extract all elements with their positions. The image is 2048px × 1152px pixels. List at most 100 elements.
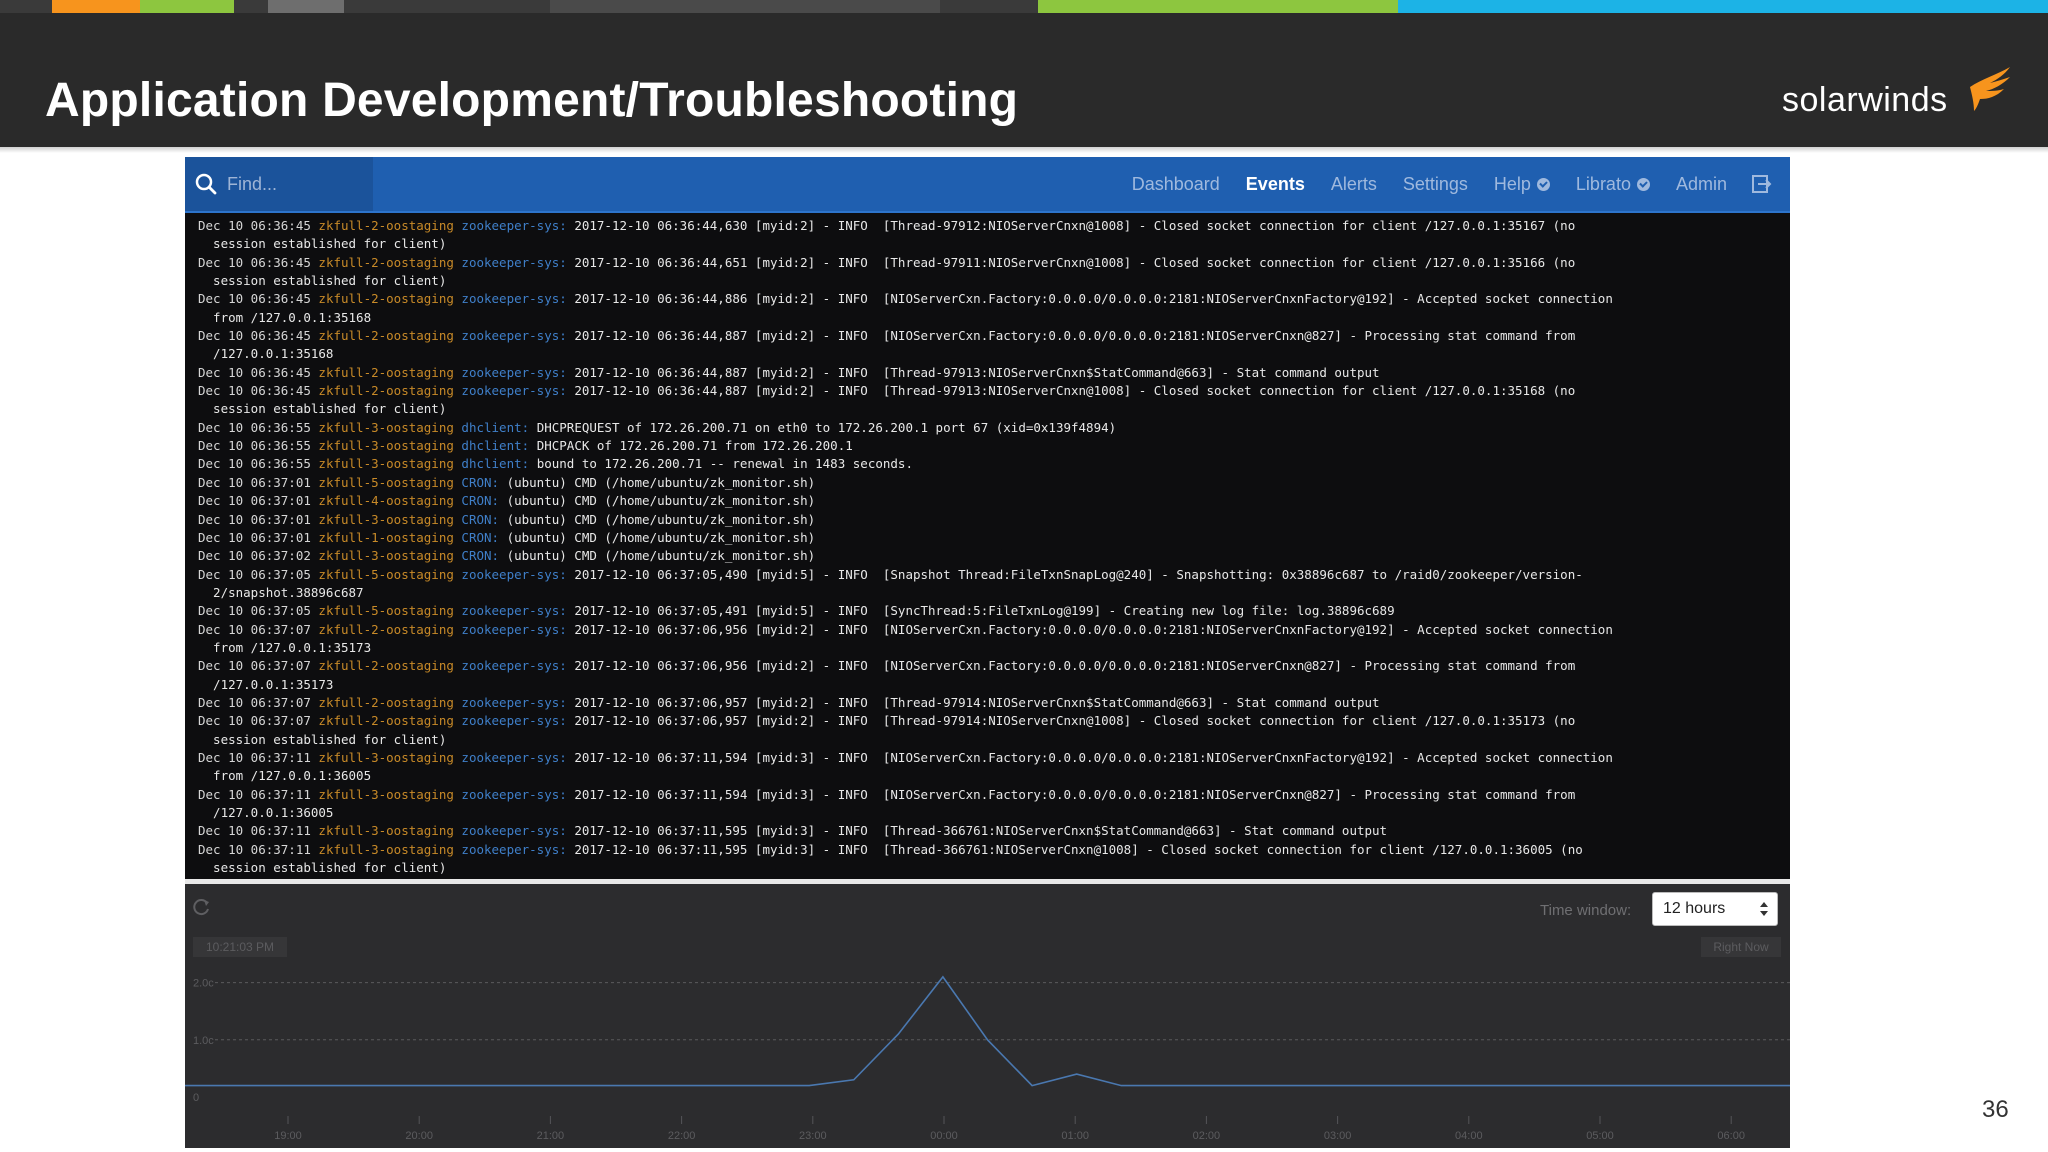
log-line[interactable]: Dec 10 06:37:01 zkfull-3-oostaging CRON:… — [185, 511, 1790, 529]
log-program[interactable]: zookeeper-sys: — [461, 713, 574, 728]
log-host[interactable]: zkfull-2-oostaging — [318, 328, 461, 343]
log-host[interactable]: zkfull-2-oostaging — [318, 658, 461, 673]
log-host[interactable]: zkfull-3-oostaging — [318, 548, 461, 563]
log-program[interactable]: zookeeper-sys: — [461, 787, 574, 802]
log-program[interactable]: zookeeper-sys: — [461, 658, 574, 673]
log-line[interactable]: from /127.0.0.1:35168 — [185, 309, 1790, 327]
log-line[interactable]: Dec 10 06:37:07 zkfull-2-oostaging zooke… — [185, 712, 1790, 730]
log-program[interactable]: zookeeper-sys: — [461, 218, 574, 233]
log-host[interactable]: zkfull-5-oostaging — [318, 475, 461, 490]
chart-start-tag[interactable]: 10:21:03 PM — [193, 937, 287, 957]
log-program[interactable]: dhclient: — [461, 420, 536, 435]
log-program[interactable]: zookeeper-sys: — [461, 328, 574, 343]
log-host[interactable]: zkfull-2-oostaging — [318, 365, 461, 380]
log-host[interactable]: zkfull-3-oostaging — [318, 787, 461, 802]
log-line[interactable]: /127.0.0.1:35168 — [185, 345, 1790, 363]
log-host[interactable]: zkfull-2-oostaging — [318, 291, 461, 306]
log-line[interactable]: Dec 10 06:37:11 zkfull-3-oostaging zooke… — [185, 822, 1790, 840]
log-line[interactable]: Dec 10 06:36:45 zkfull-2-oostaging zooke… — [185, 290, 1790, 308]
log-line[interactable]: Dec 10 06:37:05 zkfull-5-oostaging zooke… — [185, 602, 1790, 620]
log-line[interactable]: Dec 10 06:36:45 zkfull-2-oostaging zooke… — [185, 382, 1790, 400]
log-host[interactable]: zkfull-5-oostaging — [318, 603, 461, 618]
log-program[interactable]: zookeeper-sys: — [461, 823, 574, 838]
log-line[interactable]: Dec 10 06:37:02 zkfull-3-oostaging CRON:… — [185, 547, 1790, 565]
nav-help[interactable]: Help — [1481, 157, 1563, 211]
log-program[interactable]: CRON: — [461, 530, 506, 545]
log-program[interactable]: CRON: — [461, 493, 506, 508]
log-line[interactable]: Dec 10 06:37:05 zkfull-5-oostaging zooke… — [185, 566, 1790, 584]
log-line[interactable]: from /127.0.0.1:35173 — [185, 639, 1790, 657]
log-host[interactable]: zkfull-3-oostaging — [318, 420, 461, 435]
log-host[interactable]: zkfull-2-oostaging — [318, 383, 461, 398]
logout-icon[interactable] — [1750, 173, 1772, 195]
nav-librato[interactable]: Librato — [1563, 157, 1663, 211]
chart-now-tag[interactable]: Right Now — [1701, 937, 1781, 957]
log-line[interactable]: Dec 10 06:37:11 zkfull-3-oostaging zooke… — [185, 749, 1790, 767]
log-line[interactable]: Dec 10 06:37:07 zkfull-2-oostaging zooke… — [185, 621, 1790, 639]
log-program[interactable]: zookeeper-sys: — [461, 842, 574, 857]
log-host[interactable]: zkfull-3-oostaging — [318, 823, 461, 838]
log-line[interactable]: Dec 10 06:36:45 zkfull-2-oostaging zooke… — [185, 217, 1790, 235]
log-program[interactable]: dhclient: — [461, 456, 536, 471]
refresh-icon[interactable] — [193, 898, 211, 916]
search-input[interactable] — [227, 170, 367, 198]
log-host[interactable]: zkfull-3-oostaging — [318, 750, 461, 765]
log-host[interactable]: zkfull-1-oostaging — [318, 530, 461, 545]
log-line[interactable]: Dec 10 06:37:11 zkfull-3-oostaging zooke… — [185, 786, 1790, 804]
log-program[interactable]: zookeeper-sys: — [461, 622, 574, 637]
log-program[interactable]: zookeeper-sys: — [461, 603, 574, 618]
nav-dashboard[interactable]: Dashboard — [1119, 157, 1233, 211]
log-line[interactable]: /127.0.0.1:36005 — [185, 804, 1790, 822]
search-box[interactable] — [185, 157, 373, 211]
log-host[interactable]: zkfull-3-oostaging — [318, 456, 461, 471]
event-log[interactable]: Dec 10 06:36:45 zkfull-2-oostaging zooke… — [185, 213, 1790, 879]
log-line[interactable]: session established for client) — [185, 400, 1790, 418]
log-host[interactable]: zkfull-4-oostaging — [318, 493, 461, 508]
log-program[interactable]: zookeeper-sys: — [461, 567, 574, 582]
log-line[interactable]: Dec 10 06:37:11 zkfull-3-oostaging zooke… — [185, 841, 1790, 859]
log-line[interactable]: Dec 10 06:36:45 zkfull-2-oostaging zooke… — [185, 254, 1790, 272]
nav-events[interactable]: Events — [1233, 157, 1318, 211]
log-line[interactable]: session established for client) — [185, 731, 1790, 749]
log-line[interactable]: Dec 10 06:36:55 zkfull-3-oostaging dhcli… — [185, 455, 1790, 473]
log-program[interactable]: CRON: — [461, 548, 506, 563]
log-line[interactable]: Dec 10 06:36:55 zkfull-3-oostaging dhcli… — [185, 419, 1790, 437]
log-line[interactable]: session established for client) — [185, 859, 1790, 877]
nav-settings[interactable]: Settings — [1390, 157, 1481, 211]
log-host[interactable]: zkfull-2-oostaging — [318, 695, 461, 710]
log-line[interactable]: Dec 10 06:37:01 zkfull-5-oostaging CRON:… — [185, 474, 1790, 492]
log-line[interactable]: Dec 10 06:36:45 zkfull-2-oostaging zooke… — [185, 327, 1790, 345]
log-host[interactable]: zkfull-3-oostaging — [318, 512, 461, 527]
log-line[interactable]: 2/snapshot.38896c687 — [185, 584, 1790, 602]
log-program[interactable]: zookeeper-sys: — [461, 383, 574, 398]
log-program[interactable]: zookeeper-sys: — [461, 695, 574, 710]
log-program[interactable]: zookeeper-sys: — [461, 255, 574, 270]
log-line[interactable]: /127.0.0.1:35173 — [185, 676, 1790, 694]
log-line[interactable]: Dec 10 06:36:55 zkfull-3-oostaging dhcli… — [185, 437, 1790, 455]
log-line[interactable]: session established for client) — [185, 235, 1790, 253]
log-program[interactable]: dhclient: — [461, 438, 536, 453]
log-program[interactable]: CRON: — [461, 512, 506, 527]
volume-chart-svg[interactable]: 0 1.0c 2.0c 19:00 20:00 21:00 22:00 23:00 00:00 0… — [185, 884, 1790, 1148]
log-line[interactable]: Dec 10 06:37:01 zkfull-1-oostaging CRON:… — [185, 529, 1790, 547]
time-window-select[interactable]: 12 hours — [1652, 892, 1778, 926]
log-program[interactable]: zookeeper-sys: — [461, 365, 574, 380]
log-line[interactable]: Dec 10 06:37:07 zkfull-2-oostaging zooke… — [185, 694, 1790, 712]
log-host[interactable]: zkfull-2-oostaging — [318, 255, 461, 270]
log-line[interactable]: Dec 10 06:37:07 zkfull-2-oostaging zooke… — [185, 657, 1790, 675]
nav-admin[interactable]: Admin — [1663, 157, 1740, 211]
log-host[interactable]: zkfull-2-oostaging — [318, 622, 461, 637]
log-line[interactable]: Dec 10 06:36:45 zkfull-2-oostaging zooke… — [185, 364, 1790, 382]
log-host[interactable]: zkfull-2-oostaging — [318, 713, 461, 728]
log-line[interactable]: session established for client) — [185, 272, 1790, 290]
log-program[interactable]: CRON: — [461, 475, 506, 490]
log-program[interactable]: zookeeper-sys: — [461, 750, 574, 765]
log-host[interactable]: zkfull-5-oostaging — [318, 567, 461, 582]
log-host[interactable]: zkfull-3-oostaging — [318, 842, 461, 857]
log-program[interactable]: zookeeper-sys: — [461, 291, 574, 306]
log-line[interactable]: Dec 10 06:37:01 zkfull-4-oostaging CRON:… — [185, 492, 1790, 510]
log-line[interactable]: from /127.0.0.1:36005 — [185, 767, 1790, 785]
nav-alerts[interactable]: Alerts — [1318, 157, 1390, 211]
log-host[interactable]: zkfull-3-oostaging — [318, 438, 461, 453]
log-host[interactable]: zkfull-2-oostaging — [318, 218, 461, 233]
